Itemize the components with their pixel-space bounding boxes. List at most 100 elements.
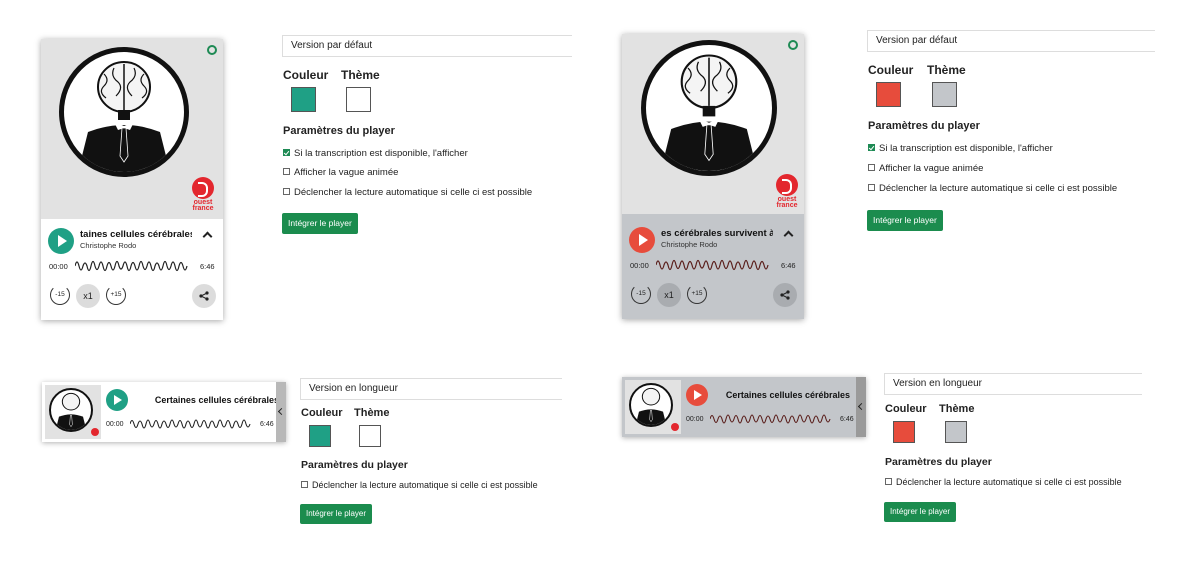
- rewind-15-icon[interactable]: -15: [631, 284, 651, 304]
- time-total: 6:46: [781, 261, 796, 270]
- episode-title: Certaines cellules cérébrales: [154, 395, 279, 405]
- cover-thumb: [45, 385, 101, 439]
- play-button[interactable]: [629, 227, 655, 253]
- chevron-up-icon[interactable]: [202, 231, 213, 242]
- color-label: Couleur: [301, 407, 343, 419]
- color-label: Couleur: [283, 68, 329, 82]
- option-autoplay[interactable]: Déclencher la lecture automatique si cel…: [885, 477, 1122, 487]
- episode-title: taines cellules cérébrales: [80, 229, 192, 240]
- cover-thumb: [625, 380, 681, 434]
- option-wave[interactable]: Afficher la vague animée: [868, 163, 983, 174]
- theme-label: Thème: [927, 63, 966, 77]
- version-select[interactable]: Version par défaut: [867, 30, 1155, 52]
- option-autoplay[interactable]: Déclencher la lecture automatique si cel…: [868, 183, 1117, 194]
- waveform[interactable]: [130, 415, 252, 433]
- chat-icon[interactable]: [788, 40, 798, 50]
- checkbox-icon[interactable]: [868, 164, 875, 171]
- brain-portrait-icon: [629, 383, 673, 427]
- time-elapsed: 00:00: [686, 416, 704, 423]
- player-card-vertical-green: ouest france taines cellules cérébrales …: [41, 39, 223, 320]
- version-select[interactable]: Version par défaut: [282, 35, 572, 57]
- ouest-france-logo: [671, 423, 679, 431]
- speed-button[interactable]: x1: [76, 284, 100, 308]
- params-title: Paramètres du player: [868, 120, 980, 132]
- brain-portrait-icon: [641, 40, 777, 176]
- theme-label: Thème: [354, 407, 390, 419]
- color-swatch[interactable]: [291, 87, 316, 112]
- rewind-15-icon[interactable]: -15: [50, 285, 70, 305]
- embed-player-button[interactable]: Intégrer le player: [282, 213, 358, 234]
- color-swatch[interactable]: [893, 421, 915, 443]
- embed-player-button[interactable]: Intégrer le player: [867, 210, 943, 231]
- forward-15-icon[interactable]: +15: [687, 284, 707, 304]
- time-elapsed: 00:00: [106, 421, 124, 428]
- waveform[interactable]: [656, 255, 770, 275]
- option-autoplay[interactable]: Déclencher la lecture automatique si cel…: [283, 187, 532, 198]
- forward-15-icon[interactable]: +15: [106, 285, 126, 305]
- checkbox-icon[interactable]: [283, 149, 290, 156]
- option-transcription[interactable]: Si la transcription est disponible, l'af…: [283, 148, 468, 159]
- waveform[interactable]: [710, 410, 832, 428]
- player-card-horizontal-green: Certaines cellules cérébrales 00:00 6:46: [42, 382, 286, 442]
- episode-author: Christophe Rodo: [661, 240, 718, 249]
- ouest-france-logo: [91, 428, 99, 436]
- play-button[interactable]: [48, 228, 74, 254]
- theme-swatch[interactable]: [945, 421, 967, 443]
- embed-player-button[interactable]: Intégrer le player: [884, 502, 957, 522]
- color-swatch[interactable]: [876, 82, 901, 107]
- option-autoplay[interactable]: Déclencher la lecture automatique si cel…: [301, 480, 538, 490]
- ouest-france-logo: ouest france: [773, 174, 801, 209]
- params-title: Paramètres du player: [283, 125, 395, 137]
- time-total: 6:46: [200, 262, 215, 271]
- params-title: Paramètres du player: [301, 459, 408, 471]
- play-button[interactable]: [106, 389, 128, 411]
- player-controls: taines cellules cérébrales Christophe Ro…: [41, 219, 223, 320]
- chevron-up-icon[interactable]: [783, 230, 794, 241]
- time-total: 6:46: [260, 421, 274, 428]
- theme-label: Thème: [939, 403, 975, 415]
- option-wave[interactable]: Afficher la vague animée: [283, 167, 398, 178]
- chevron-left-icon: [277, 407, 286, 416]
- embed-player-button[interactable]: Intégrer le player: [300, 504, 373, 524]
- params-title: Paramètres du player: [885, 456, 992, 468]
- checkbox-icon[interactable]: [283, 188, 290, 195]
- play-button[interactable]: [686, 384, 708, 406]
- theme-swatch[interactable]: [346, 87, 371, 112]
- color-label: Couleur: [868, 63, 914, 77]
- time-elapsed: 00:00: [630, 261, 649, 270]
- episode-title: es cérébrales survivent à: [661, 228, 773, 239]
- share-button[interactable]: [192, 284, 216, 308]
- waveform[interactable]: [75, 256, 189, 276]
- chevron-left-icon: [857, 402, 866, 411]
- player-controls: es cérébrales survivent à Christophe Rod…: [622, 218, 804, 319]
- checkbox-icon[interactable]: [868, 184, 875, 191]
- share-icon: [780, 290, 790, 300]
- episode-title: Certaines cellules cérébrales: [725, 390, 850, 400]
- player-card-horizontal-red: Certaines cellules cérébrales 00:00 6:46: [622, 377, 866, 437]
- checkbox-icon[interactable]: [868, 144, 875, 151]
- version-select[interactable]: Version en longueur: [300, 378, 562, 400]
- time-total: 6:46: [840, 416, 854, 423]
- version-select[interactable]: Version en longueur: [884, 373, 1142, 395]
- time-elapsed: 00:00: [49, 262, 68, 271]
- share-icon: [199, 291, 209, 301]
- share-button[interactable]: [773, 283, 797, 307]
- episode-author: Christophe Rodo: [80, 241, 137, 250]
- speed-button[interactable]: x1: [657, 283, 681, 307]
- collapse-tab[interactable]: [276, 382, 286, 442]
- chat-icon[interactable]: [207, 45, 217, 55]
- checkbox-icon[interactable]: [283, 168, 290, 175]
- theme-swatch[interactable]: [932, 82, 957, 107]
- color-swatch[interactable]: [309, 425, 331, 447]
- theme-swatch[interactable]: [359, 425, 381, 447]
- ouest-france-logo: ouest france: [189, 177, 217, 212]
- option-transcription[interactable]: Si la transcription est disponible, l'af…: [868, 143, 1053, 154]
- brain-portrait-icon: [49, 388, 93, 432]
- cover-art: ouest france: [622, 34, 804, 214]
- color-label: Couleur: [885, 403, 927, 415]
- collapse-tab[interactable]: [856, 377, 866, 437]
- player-card-vertical-red: ouest france es cérébrales survivent à C…: [622, 34, 804, 319]
- checkbox-icon[interactable]: [885, 478, 892, 485]
- checkbox-icon[interactable]: [301, 481, 308, 488]
- cover-art: ouest france: [41, 39, 223, 219]
